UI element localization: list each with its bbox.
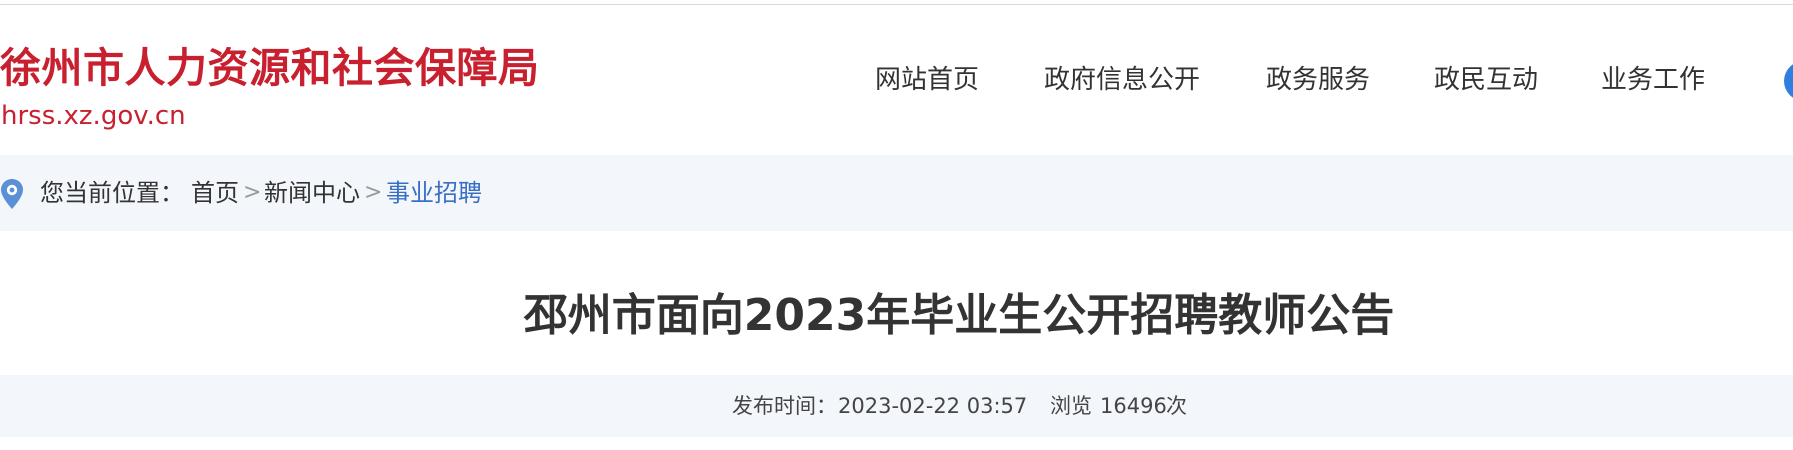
top-divider — [0, 4, 1793, 5]
breadcrumb-separator: > — [243, 180, 262, 205]
article-title: 邳州市面向2023年毕业生公开招聘教师公告 — [523, 290, 1395, 341]
breadcrumb-news[interactable]: 新闻中心 — [264, 175, 360, 211]
nav-item-services[interactable]: 政务服务 — [1266, 58, 1370, 102]
views-count: 16496 — [1100, 394, 1167, 418]
breadcrumb-prefix: 您当前位置： — [40, 179, 184, 207]
main-nav: 网站首页 政府信息公开 政务服务 政民互动 业务工作 — [0, 58, 1793, 102]
nav-item-home[interactable]: 网站首页 — [875, 58, 979, 102]
nav-item-business[interactable]: 业务工作 — [1601, 58, 1705, 102]
breadcrumb-separator: > — [364, 180, 383, 205]
location-pin-icon — [1, 179, 23, 209]
views-label: 浏览 — [1050, 394, 1092, 418]
nav-item-interaction[interactable]: 政民互动 — [1434, 58, 1538, 102]
nav-item-gov-info[interactable]: 政府信息公开 — [1044, 58, 1200, 102]
publish-label: 发布时间： — [732, 394, 837, 418]
breadcrumb-current[interactable]: 事业招聘 — [386, 175, 482, 211]
publish-time: 2023-02-22 03:57 — [838, 394, 1028, 418]
page: 徐州市人力资源和社会保障局 hrss.xz.gov.cn 网站首页 政府信息公开… — [0, 0, 1793, 450]
site-domain[interactable]: hrss.xz.gov.cn — [1, 99, 186, 133]
views-unit: 次 — [1166, 394, 1187, 418]
breadcrumb-home[interactable]: 首页 — [191, 175, 239, 211]
